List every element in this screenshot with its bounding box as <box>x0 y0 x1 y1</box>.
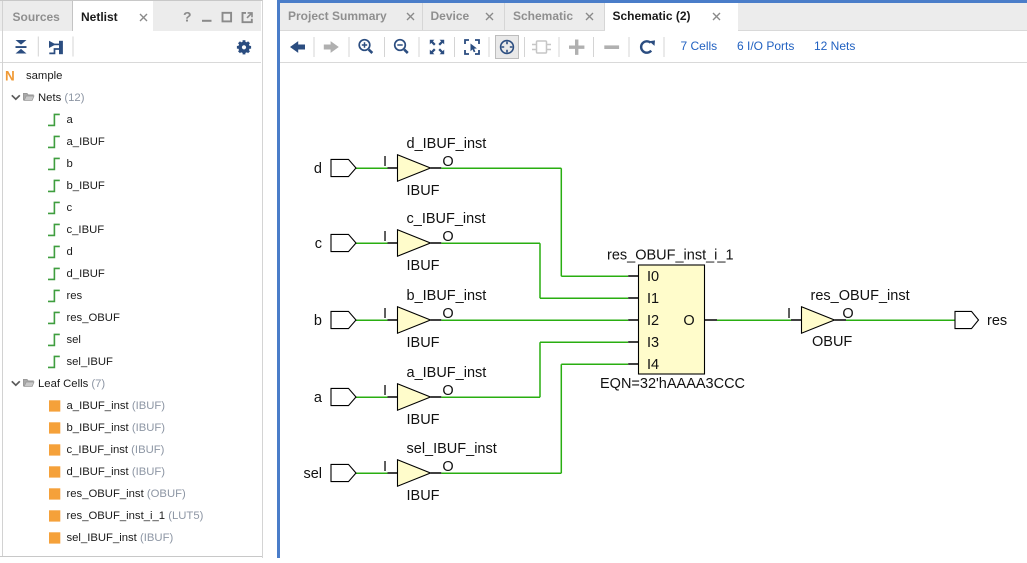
svg-text:EQN=32'hAAAA3CCC: EQN=32'hAAAA3CCC <box>600 376 745 392</box>
svg-text:I: I <box>383 459 387 475</box>
svg-text:IBUF: IBUF <box>407 412 440 428</box>
svg-text:c: c <box>315 236 322 252</box>
svg-text:I0: I0 <box>647 269 659 285</box>
svg-text:I: I <box>383 229 387 245</box>
svg-text:IBUF: IBUF <box>407 258 440 274</box>
svg-text:I: I <box>383 383 387 399</box>
svg-text:b: b <box>314 313 322 329</box>
svg-text:d: d <box>314 161 322 177</box>
svg-text:O: O <box>442 229 453 245</box>
svg-text:sel: sel <box>303 466 322 482</box>
svg-text:IBUF: IBUF <box>407 488 440 504</box>
svg-text:I1: I1 <box>647 291 659 307</box>
svg-text:O: O <box>442 383 453 399</box>
svg-text:I: I <box>383 154 387 170</box>
svg-text:c_IBUF_inst: c_IBUF_inst <box>407 211 486 227</box>
svg-text:a_IBUF_inst: a_IBUF_inst <box>407 365 487 381</box>
svg-text:O: O <box>442 306 453 322</box>
svg-text:O: O <box>442 459 453 475</box>
svg-text:b_IBUF_inst: b_IBUF_inst <box>407 288 487 304</box>
svg-text:res: res <box>987 313 1007 329</box>
svg-text:?: ? <box>183 8 192 24</box>
svg-text:sel_IBUF_inst: sel_IBUF_inst <box>407 441 497 457</box>
svg-text:O: O <box>842 306 853 322</box>
svg-text:I: I <box>383 306 387 322</box>
svg-text:O: O <box>683 313 694 329</box>
svg-text:I: I <box>787 306 791 322</box>
svg-text:I3: I3 <box>647 335 659 351</box>
svg-text:IBUF: IBUF <box>407 183 440 199</box>
svg-text:I4: I4 <box>647 357 659 373</box>
svg-text:OBUF: OBUF <box>812 334 852 350</box>
svg-text:a: a <box>314 390 323 406</box>
svg-text:N: N <box>5 69 15 84</box>
svg-text:IBUF: IBUF <box>407 335 440 351</box>
svg-text:O: O <box>442 154 453 170</box>
svg-text:I2: I2 <box>647 313 659 329</box>
svg-text:res_OBUF_inst_i_1: res_OBUF_inst_i_1 <box>607 248 734 264</box>
svg-text:res_OBUF_inst: res_OBUF_inst <box>811 288 910 304</box>
svg-text:d_IBUF_inst: d_IBUF_inst <box>407 136 487 152</box>
